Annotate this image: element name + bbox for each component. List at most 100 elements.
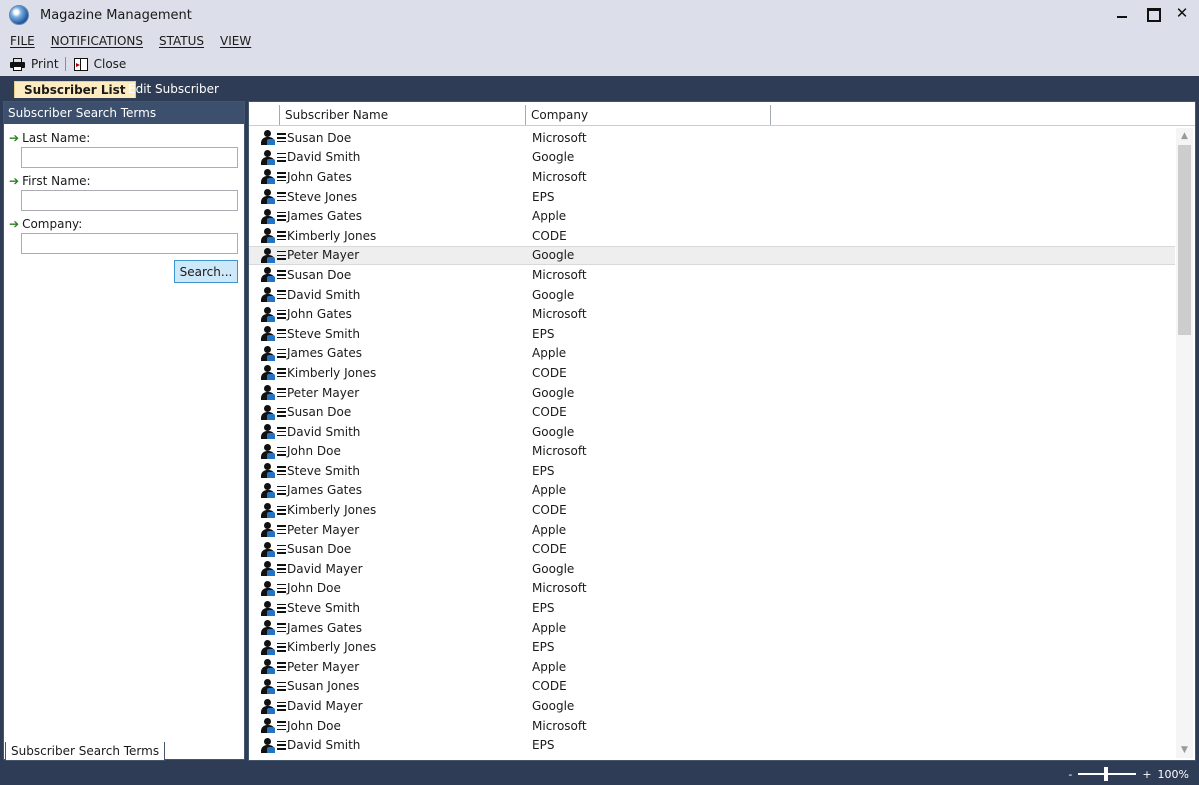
table-row[interactable]: John Gates Microsoft <box>249 167 1175 187</box>
first-name-label: ➔ First Name: <box>9 174 91 188</box>
table-row[interactable]: David Smith Google <box>249 285 1175 305</box>
first-name-input[interactable] <box>21 190 238 211</box>
table-row[interactable]: Peter Mayer Google <box>249 383 1175 403</box>
person-card-icon <box>261 189 275 205</box>
row-icons <box>249 639 287 655</box>
subscriber-name-cell: James Gates <box>287 620 363 635</box>
table-row[interactable]: David Mayer Google <box>249 696 1175 716</box>
row-icons <box>249 404 287 420</box>
scroll-up-icon[interactable]: ▲ <box>1176 128 1193 144</box>
scroll-down-icon[interactable]: ▼ <box>1176 742 1193 758</box>
search-terms-bottom-tab[interactable]: Subscriber Search Terms <box>5 742 166 761</box>
zoom-slider-thumb[interactable] <box>1104 767 1109 781</box>
table-row[interactable]: James Gates Apple <box>249 618 1175 638</box>
subscriber-name-cell: David Smith <box>287 287 361 302</box>
table-row[interactable]: Peter Mayer Apple <box>249 657 1175 677</box>
grid-body: Susan Doe Microsoft David Smith Google John … <box>249 128 1175 760</box>
printer-icon <box>10 57 25 71</box>
table-row[interactable]: James Gates Apple <box>249 481 1175 501</box>
person-card-icon <box>261 639 275 655</box>
table-row[interactable]: Susan Doe Microsoft <box>249 128 1175 148</box>
subscriber-name-cell: James Gates <box>287 209 363 224</box>
subscriber-name-cell: Peter Mayer <box>287 385 360 400</box>
table-row[interactable]: Peter Mayer Apple <box>249 520 1175 540</box>
window-controls: ✕ <box>1115 5 1189 22</box>
company-cell: Google <box>532 561 575 576</box>
table-row[interactable]: Steve Jones EPS <box>249 187 1175 207</box>
table-row[interactable]: Kimberly Jones CODE <box>249 363 1175 383</box>
person-card-icon <box>261 267 275 283</box>
company-cell: Microsoft <box>532 130 587 145</box>
table-row[interactable]: Kimberly Jones CODE <box>249 226 1175 246</box>
company-cell: Apple <box>532 659 567 674</box>
minimize-button[interactable] <box>1115 5 1129 21</box>
row-icons <box>249 443 287 459</box>
subscriber-name-cell: David Mayer <box>287 561 363 576</box>
subscriber-name-cell: Steve Jones <box>287 189 358 204</box>
tab-edit-subscriber[interactable]: Edit Subscriber <box>120 81 227 98</box>
tab-subscriber-list[interactable]: Subscriber List <box>14 81 136 98</box>
table-row[interactable]: John Doe Microsoft <box>249 579 1175 599</box>
list-lines-icon <box>277 564 286 574</box>
zoom-out-button[interactable]: - <box>1068 768 1072 781</box>
row-icons <box>249 424 287 440</box>
table-row[interactable]: John Doe Microsoft <box>249 716 1175 736</box>
column-header-company[interactable]: Company <box>526 105 771 125</box>
company-cell: EPS <box>532 640 555 655</box>
zoom-in-button[interactable]: + <box>1142 768 1151 781</box>
print-button[interactable]: Print <box>10 57 59 71</box>
table-row[interactable]: Steve Smith EPS <box>249 598 1175 618</box>
green-arrow-icon: ➔ <box>9 217 20 231</box>
globe-icon <box>9 5 29 25</box>
table-row[interactable]: James Gates Apple <box>249 206 1175 226</box>
title-bar: Magazine Management ✕ <box>0 0 1199 30</box>
table-row[interactable]: John Doe Microsoft <box>249 442 1175 462</box>
table-row[interactable]: Susan Doe CODE <box>249 402 1175 422</box>
table-row[interactable]: Susan Doe Microsoft <box>249 265 1175 285</box>
person-card-icon <box>261 541 275 557</box>
table-row[interactable]: James Gates Apple <box>249 344 1175 364</box>
column-header-subscriber-name[interactable]: Subscriber Name <box>280 105 526 125</box>
menu-bar: FILE NOTIFICATIONS STATUS VIEW <box>0 30 1199 52</box>
table-row[interactable]: Steve Smith EPS <box>249 324 1175 344</box>
zoom-slider[interactable] <box>1078 767 1137 781</box>
table-row[interactable]: Susan Jones CODE <box>249 677 1175 697</box>
table-row[interactable]: Susan Doe CODE <box>249 539 1175 559</box>
person-card-icon <box>261 561 275 577</box>
person-card-icon <box>261 443 275 459</box>
table-row[interactable]: David Mayer Google <box>249 559 1175 579</box>
list-lines-icon <box>277 270 286 280</box>
table-row[interactable]: Peter Mayer Google <box>249 245 1175 266</box>
table-row[interactable]: David Smith EPS <box>249 735 1175 755</box>
table-row[interactable]: John Gates Microsoft <box>249 304 1175 324</box>
table-row[interactable]: Steve Smith EPS <box>249 461 1175 481</box>
close-window-button[interactable]: ✕ <box>1175 5 1189 21</box>
list-lines-icon <box>277 642 286 652</box>
maximize-button[interactable] <box>1145 5 1161 22</box>
table-row[interactable]: Kimberly Jones CODE <box>249 500 1175 520</box>
search-button[interactable]: Search... <box>174 260 238 283</box>
company-cell: EPS <box>532 326 555 341</box>
person-card-icon <box>261 404 275 420</box>
vertical-scrollbar[interactable]: ▲ ▼ <box>1176 128 1193 758</box>
list-lines-icon <box>277 466 286 476</box>
close-button[interactable]: Close <box>73 57 126 71</box>
company-cell: Microsoft <box>532 581 587 596</box>
subscriber-name-cell: Kimberly Jones <box>287 503 377 518</box>
menu-status[interactable]: STATUS <box>159 34 204 48</box>
menu-file[interactable]: FILE <box>10 34 35 48</box>
table-row[interactable]: Kimberly Jones EPS <box>249 637 1175 657</box>
row-icons <box>249 247 287 263</box>
last-name-input[interactable] <box>21 147 238 168</box>
table-row[interactable]: David Smith Google <box>249 148 1175 168</box>
company-cell: Google <box>532 424 575 439</box>
table-row[interactable]: David Smith Google <box>249 422 1175 442</box>
subscriber-name-cell: Steve Smith <box>287 463 360 478</box>
person-card-icon <box>261 502 275 518</box>
scroll-thumb[interactable] <box>1178 145 1191 335</box>
person-card-icon <box>261 678 275 694</box>
person-card-icon <box>261 228 275 244</box>
menu-view[interactable]: VIEW <box>220 34 251 48</box>
menu-notifications[interactable]: NOTIFICATIONS <box>51 34 143 48</box>
company-input[interactable] <box>21 233 238 254</box>
